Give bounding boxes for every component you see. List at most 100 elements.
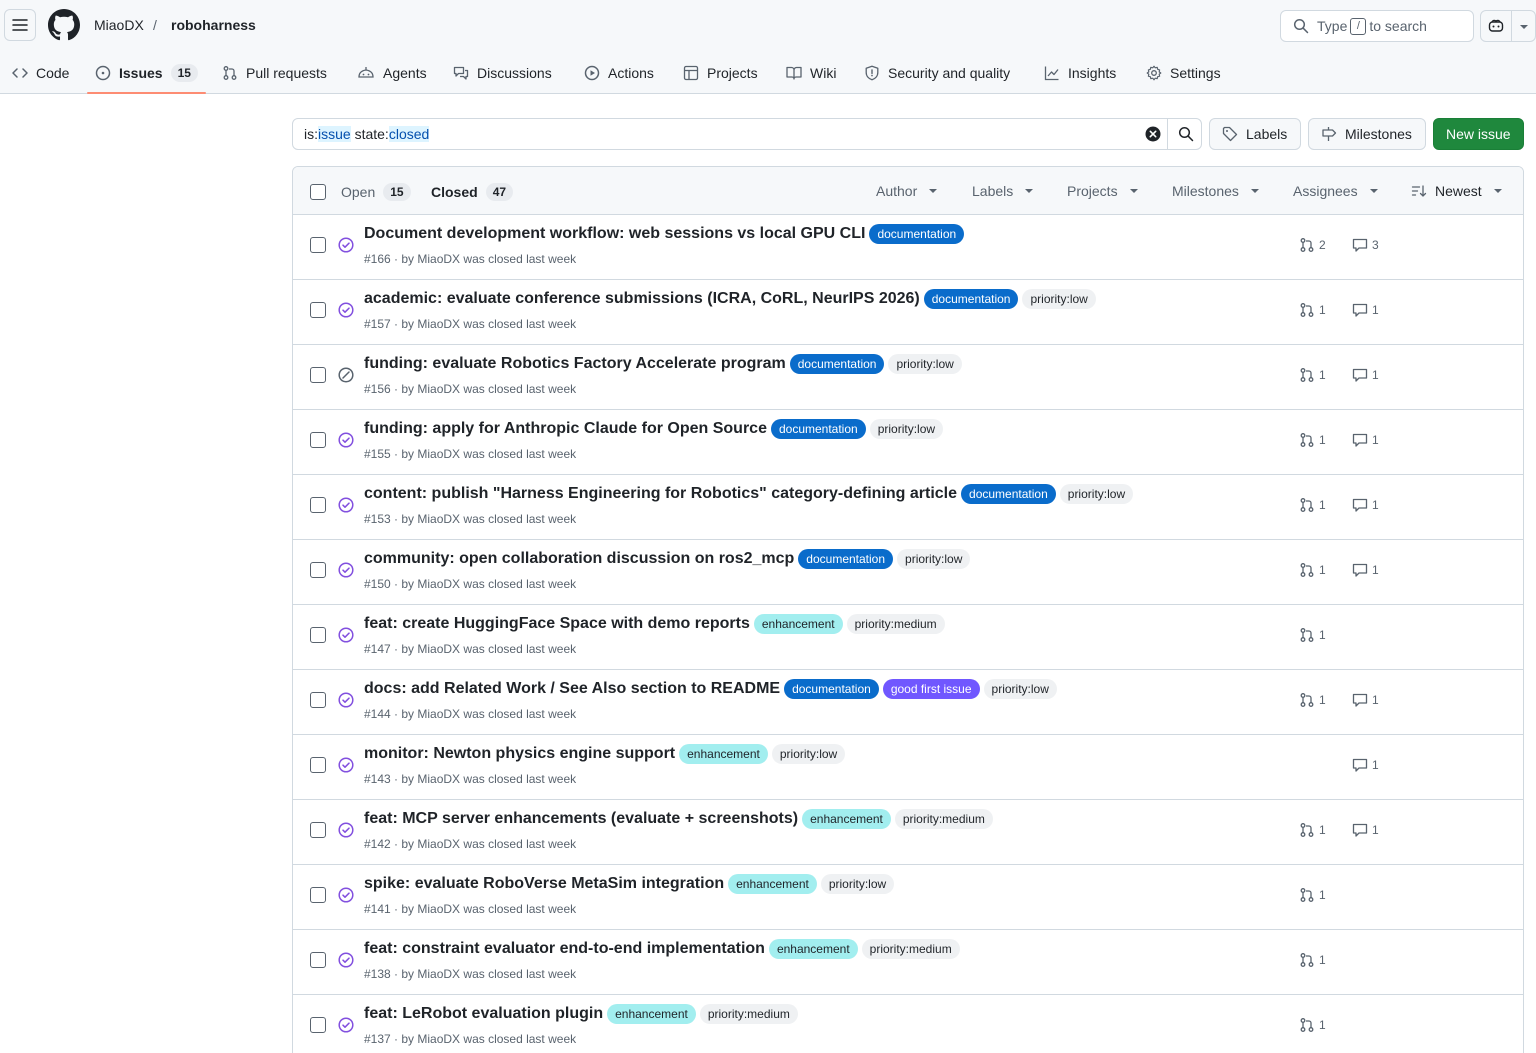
issue-label[interactable]: priority:medium [861,939,960,959]
linked-pr-count[interactable]: 1 [1299,1017,1326,1033]
comment-count[interactable]: 3 [1352,237,1379,253]
issue-filter-input[interactable]: is:issue state:closed [292,118,1202,150]
issue-checkbox[interactable] [310,757,326,773]
issue-title-link[interactable]: feat: create HuggingFace Space with demo… [364,615,750,633]
global-search-input[interactable]: Type / to search [1280,10,1474,42]
issue-label[interactable]: documentation [961,484,1056,504]
assignees-filter[interactable]: Assignees [1293,183,1378,199]
issue-title-link[interactable]: docs: add Related Work / See Also sectio… [364,680,780,698]
comment-count[interactable]: 1 [1352,757,1379,773]
issue-label[interactable]: enhancement [753,614,843,634]
select-all-checkbox[interactable] [310,184,326,200]
issue-checkbox[interactable] [310,952,326,968]
linked-pr-count[interactable]: 1 [1299,562,1326,578]
issue-checkbox[interactable] [310,692,326,708]
tab-code[interactable]: Code [12,52,69,94]
issue-row[interactable]: funding: apply for Anthropic Claude for … [293,410,1523,475]
milestones-button[interactable]: Milestones [1308,118,1426,150]
comment-count[interactable]: 1 [1352,432,1379,448]
issue-row[interactable]: community: open collaboration discussion… [293,540,1523,605]
tab-agents[interactable]: Agents [357,52,427,94]
breadcrumb-repo[interactable]: roboharness [171,17,256,33]
comment-count[interactable]: 1 [1352,302,1379,318]
linked-pr-count[interactable]: 1 [1299,952,1326,968]
issue-row[interactable]: funding: evaluate Robotics Factory Accel… [293,345,1523,410]
issue-label[interactable]: documentation [798,549,894,569]
menu-button[interactable] [4,9,36,41]
issue-row[interactable]: spike: evaluate RoboVerse MetaSim integr… [293,865,1523,930]
issue-label[interactable]: priority:low [983,679,1057,699]
issue-label[interactable]: priority:low [820,874,895,894]
issue-row[interactable]: academic: evaluate conference submission… [293,280,1523,345]
issue-label[interactable]: documentation [784,679,879,699]
issue-checkbox[interactable] [310,302,326,318]
linked-pr-count[interactable]: 1 [1299,497,1326,513]
tab-projects[interactable]: Projects [683,52,758,94]
issue-checkbox[interactable] [310,887,326,903]
comment-count[interactable]: 1 [1352,367,1379,383]
linked-pr-count[interactable]: 1 [1299,692,1326,708]
chevron-down-icon[interactable] [1519,23,1529,31]
issue-label[interactable]: priority:medium [894,809,993,829]
issue-row[interactable]: Document development workflow: web sessi… [293,215,1523,280]
issue-row[interactable]: monitor: Newton physics engine support en… [293,735,1523,800]
issue-title-link[interactable]: spike: evaluate RoboVerse MetaSim integr… [364,875,724,893]
issue-label[interactable]: documentation [869,224,965,244]
linked-pr-count[interactable]: 1 [1299,432,1326,448]
issue-label[interactable]: documentation [770,419,866,439]
sort-dropdown[interactable]: Newest [1411,183,1502,199]
issue-title-link[interactable]: content: publish "Harness Engineering fo… [364,485,957,503]
issue-label[interactable]: priority:low [888,354,962,374]
issue-label[interactable]: priority:low [771,744,846,764]
issue-title-link[interactable]: feat: LeRobot evaluation plugin [364,1005,603,1023]
tab-actions[interactable]: Actions [584,52,654,94]
issue-row[interactable]: content: publish "Harness Engineering fo… [293,475,1523,540]
comment-count[interactable]: 1 [1352,497,1379,513]
issue-label[interactable]: enhancement [679,744,768,764]
issue-checkbox[interactable] [310,432,326,448]
issue-title-link[interactable]: community: open collaboration discussion… [364,550,794,568]
issue-label[interactable]: good first issue [882,679,980,699]
issue-label[interactable]: priority:low [869,419,944,439]
issue-row[interactable]: feat: constraint evaluator end-to-end im… [293,930,1523,995]
issue-label[interactable]: priority:low [897,549,971,569]
issue-label[interactable]: enhancement [728,874,817,894]
comment-count[interactable]: 1 [1352,822,1379,838]
tab-security[interactable]: Security and quality [864,52,1010,94]
issue-title-link[interactable]: Document development workflow: web sessi… [364,225,865,243]
issue-label[interactable]: enhancement [768,939,858,959]
new-issue-button[interactable]: New issue [1433,118,1524,150]
tab-pull-requests[interactable]: Pull requests [222,52,327,94]
linked-pr-count[interactable]: 1 [1299,627,1326,643]
comment-count[interactable]: 1 [1352,562,1379,578]
labels-button[interactable]: Labels [1209,118,1301,150]
issue-label[interactable]: documentation [923,289,1019,309]
issue-label[interactable]: priority:medium [699,1004,798,1024]
issue-row[interactable]: feat: LeRobot evaluation plugin enhanceme… [293,995,1523,1053]
tab-wiki[interactable]: Wiki [786,52,836,94]
labels-filter[interactable]: Labels [972,183,1034,199]
author-filter[interactable]: Author [876,183,938,199]
issue-label[interactable]: priority:low [1022,289,1096,309]
issue-checkbox[interactable] [310,627,326,643]
issue-row[interactable]: feat: MCP server enhancements (evaluate … [293,800,1523,865]
tab-settings[interactable]: Settings [1146,52,1221,94]
issue-checkbox[interactable] [310,562,326,578]
issue-label[interactable]: priority:low [1059,484,1134,504]
projects-filter[interactable]: Projects [1067,183,1138,199]
issue-checkbox[interactable] [310,237,326,253]
issue-title-link[interactable]: monitor: Newton physics engine support [364,745,675,763]
linked-pr-count[interactable]: 1 [1299,302,1326,318]
issue-label[interactable]: documentation [789,354,885,374]
issue-title-link[interactable]: funding: apply for Anthropic Claude for … [364,420,767,438]
issue-checkbox[interactable] [310,367,326,383]
closed-issues-filter[interactable]: Closed 47 [431,183,514,201]
issue-title-link[interactable]: funding: evaluate Robotics Factory Accel… [364,355,786,373]
issue-row[interactable]: docs: add Related Work / See Also sectio… [293,670,1523,735]
open-issues-filter[interactable]: Open 15 [341,183,411,201]
tab-discussions[interactable]: Discussions [453,52,552,94]
linked-pr-count[interactable]: 2 [1299,237,1326,253]
breadcrumb-owner[interactable]: MiaoDX [94,17,144,33]
issue-checkbox[interactable] [310,1017,326,1033]
github-logo-icon[interactable] [48,9,80,41]
